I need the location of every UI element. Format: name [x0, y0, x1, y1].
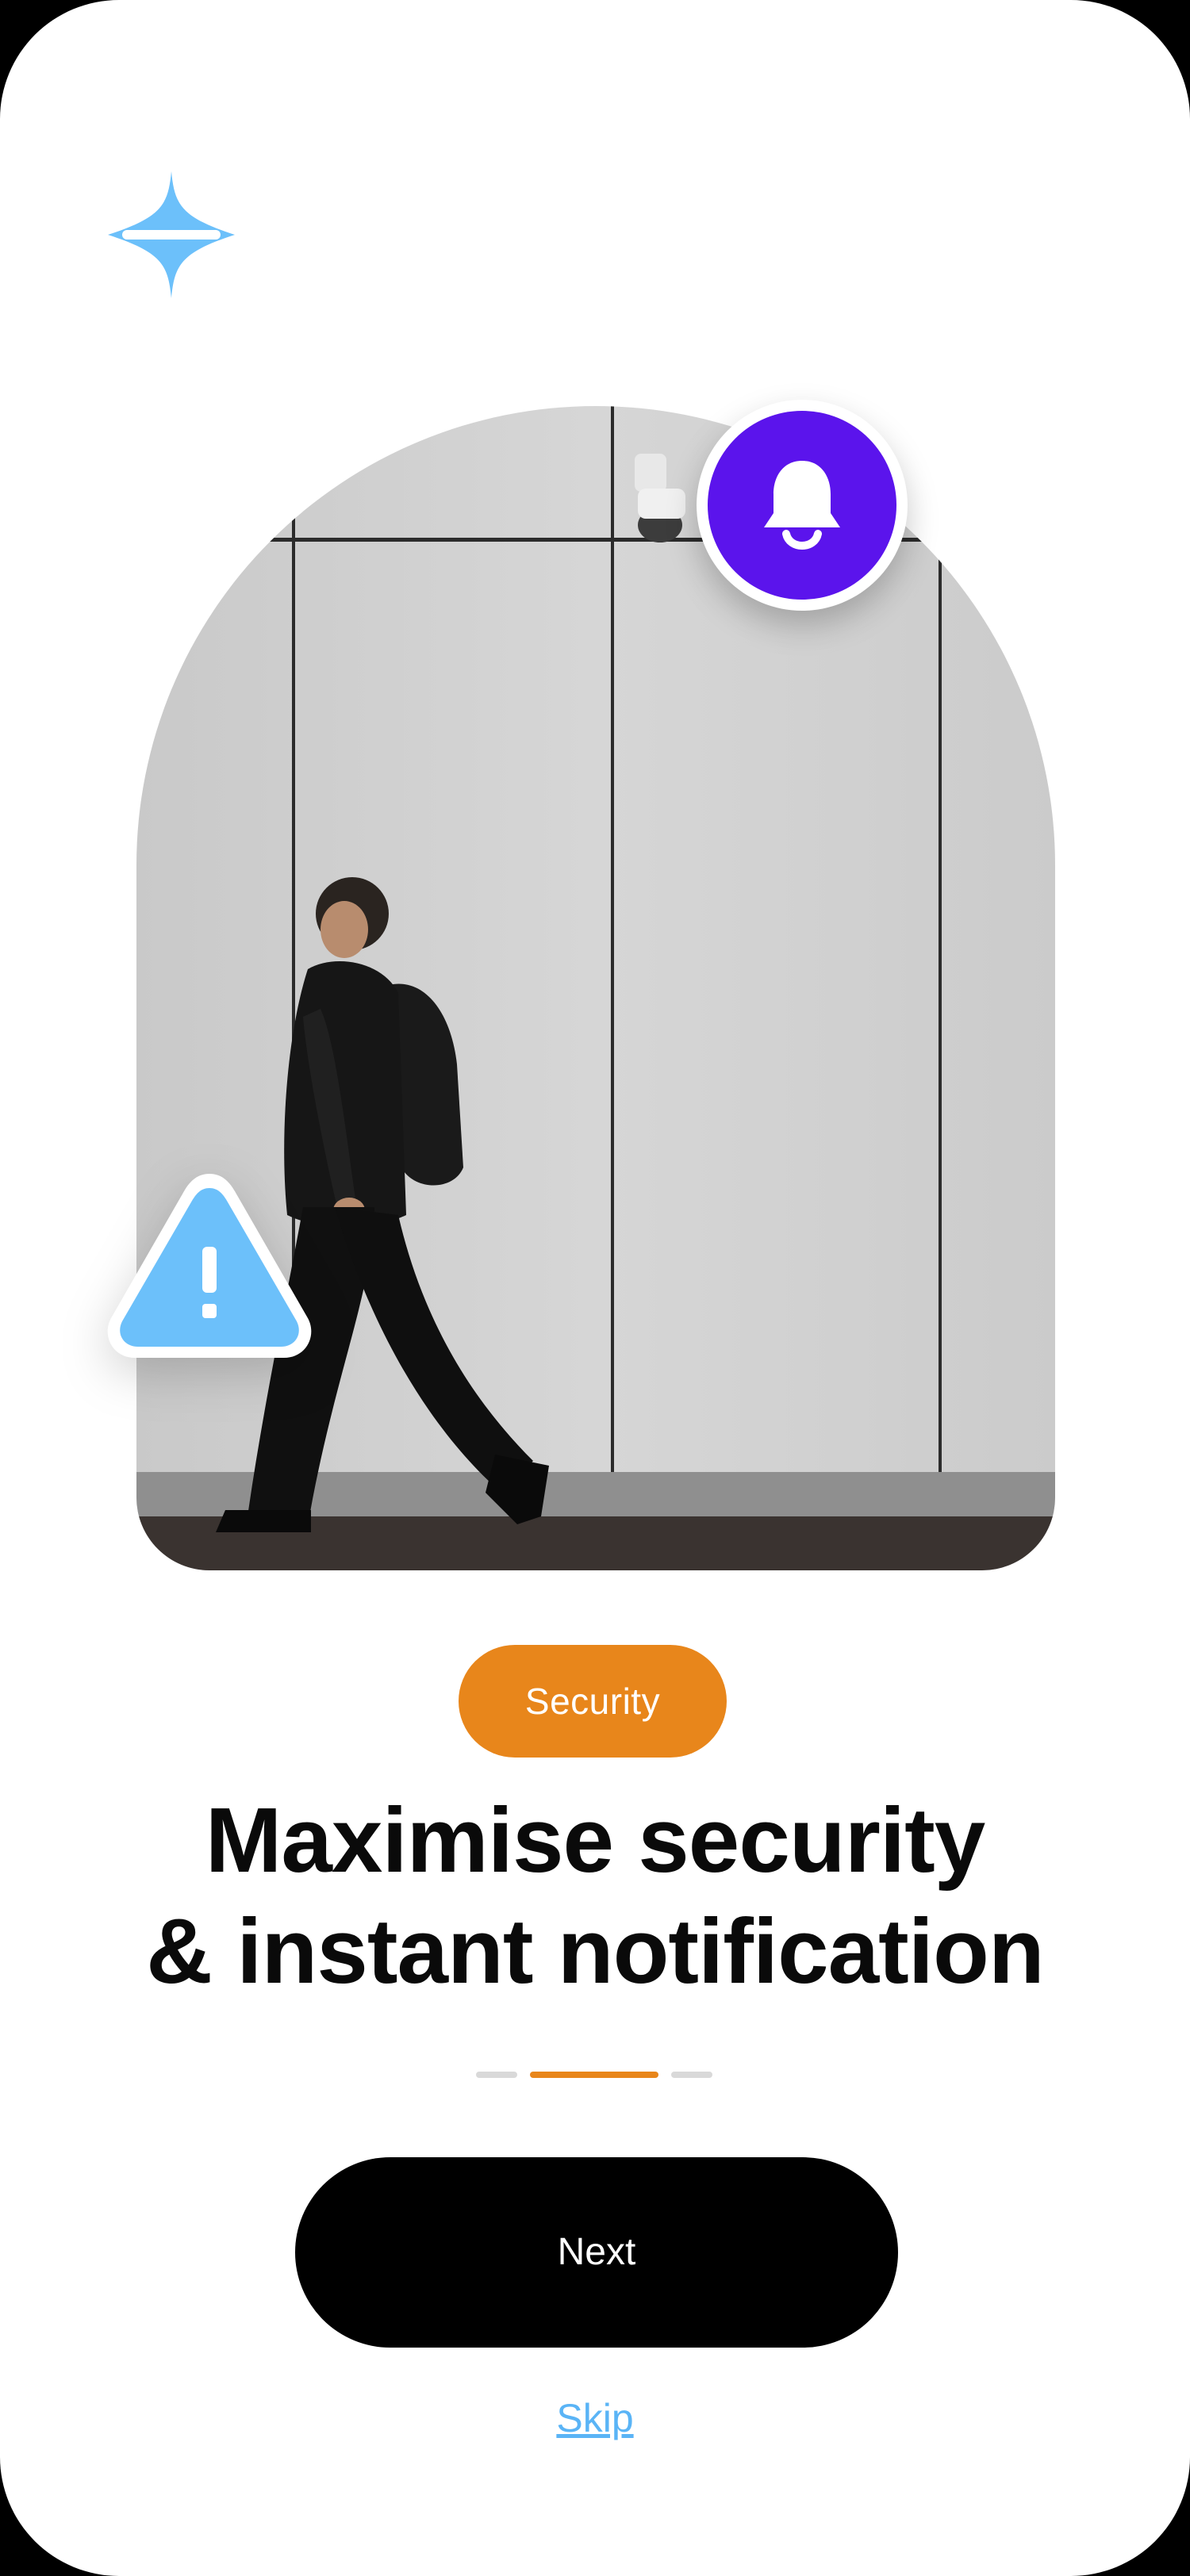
hero-photo: [136, 406, 1055, 1570]
page-indicator: [0, 2072, 1190, 2078]
bell-icon: [764, 461, 840, 550]
category-tag: Security: [459, 1645, 727, 1758]
headline-line-1: Maximise security: [205, 1788, 985, 1892]
alert-badge: [102, 1167, 317, 1366]
page-dot-1: [476, 2072, 517, 2078]
sparkle-logo-icon: [108, 171, 235, 298]
onboarding-headline: Maximise security & instant notification: [48, 1784, 1142, 2007]
notification-badge: [697, 400, 908, 611]
headline-line-2: & instant notification: [146, 1899, 1045, 2003]
page-dot-3: [671, 2072, 712, 2078]
warning-triangle-icon: [107, 1174, 312, 1358]
page-dot-2-active: [530, 2072, 658, 2078]
onboarding-screen: Security Maximise security & instant not…: [0, 0, 1190, 2576]
next-button[interactable]: Next: [295, 2157, 898, 2348]
skip-link[interactable]: Skip: [516, 2395, 674, 2441]
